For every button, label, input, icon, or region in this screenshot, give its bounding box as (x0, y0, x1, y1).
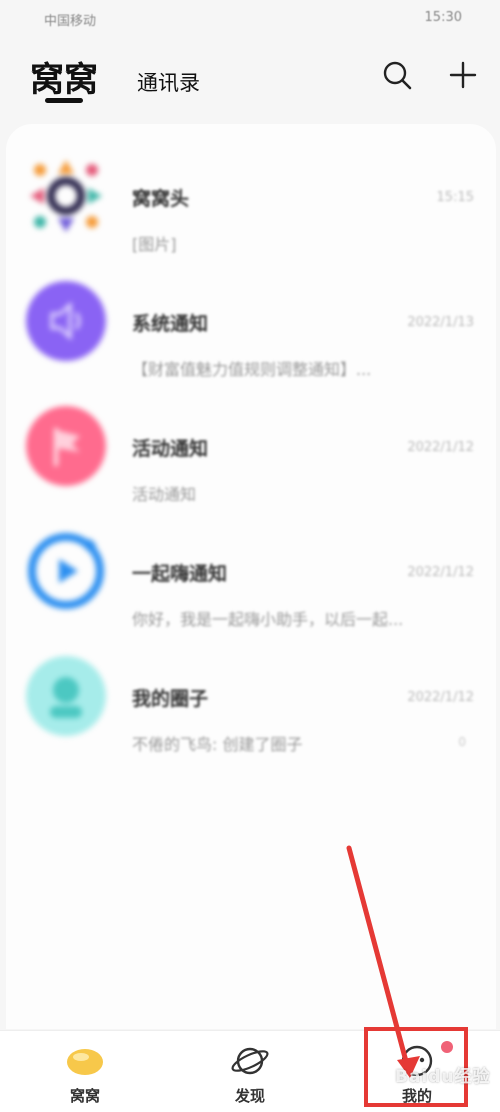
clock-label: 15:30 (424, 10, 462, 25)
speaker-avatar (26, 281, 106, 361)
conversation-row[interactable]: 系统通知 2022/1/13 【财富值魅力值规则调整通知】... (6, 271, 496, 391)
conversation-preview: 你好，我是一起嗨小助手，以后一起... (132, 610, 404, 629)
search-icon[interactable] (380, 58, 414, 92)
conversation-preview: 【财富值魅力值规则调整通知】... (132, 360, 372, 379)
wowotou-avatar (30, 160, 102, 232)
unread-count: 0 (458, 735, 466, 749)
carrier-label: 中国移动 (44, 14, 97, 29)
conversation-name: 我的圈子 (132, 688, 209, 710)
conversation-preview: [图片] (132, 235, 177, 254)
conversation-name: 窝窝头 (132, 188, 190, 210)
conversation-name: 一起嗨通知 (132, 563, 228, 585)
conversation-name: 活动通知 (132, 438, 209, 460)
conversation-row[interactable]: 窝窝头 15:15 [图片] (6, 146, 496, 266)
nav-discover[interactable]: 发现 (190, 1031, 310, 1112)
watermark-text: Baidu经验 (395, 1067, 491, 1087)
conversation-time: 2022/1/12 (407, 440, 474, 455)
conversation-preview: 不倦的飞鸟: 创建了圈子 (132, 735, 303, 754)
conversation-name: 系统通知 (132, 313, 209, 335)
conversation-time: 2022/1/13 (407, 315, 474, 330)
nav-discover-label: 发现 (234, 1087, 265, 1105)
flag-avatar (26, 406, 106, 486)
tab-wowo[interactable]: 窝窝 (30, 52, 98, 101)
egg-icon (67, 1049, 103, 1075)
conversation-row[interactable]: 一起嗨通知 2022/1/12 你好，我是一起嗨小助手，以后一起... (6, 521, 496, 641)
nav-home-label: 窝窝 (69, 1087, 100, 1105)
conversation-time: 2022/1/12 (407, 565, 474, 580)
active-tab-indicator (45, 98, 83, 103)
person-avatar (26, 656, 106, 736)
tab-contacts[interactable]: 通讯录 (137, 67, 200, 97)
status-bar: 中国移动 15:30 (0, 0, 500, 40)
nav-mine-label: 我的 (401, 1087, 432, 1105)
nav-home[interactable]: 窝窝 (25, 1031, 145, 1112)
conversation-row[interactable]: 活动通知 2022/1/12 活动通知 (6, 396, 496, 516)
notification-dot (441, 1041, 453, 1053)
conversation-row[interactable]: 我的圈子 2022/1/12 不倦的飞鸟: 创建了圈子 0 (6, 646, 496, 766)
top-header: 窝窝 通讯录 (0, 40, 500, 120)
play-avatar (28, 533, 104, 609)
conversation-list: 窝窝头 15:15 [图片] 系统通知 2022/1/13 【财富值魅力值规则调… (6, 124, 496, 1029)
plus-icon[interactable] (446, 58, 480, 92)
conversation-preview: 活动通知 (132, 485, 197, 504)
conversation-time: 15:15 (436, 190, 474, 205)
conversation-time: 2022/1/12 (407, 690, 474, 705)
planet-icon (231, 1047, 269, 1075)
